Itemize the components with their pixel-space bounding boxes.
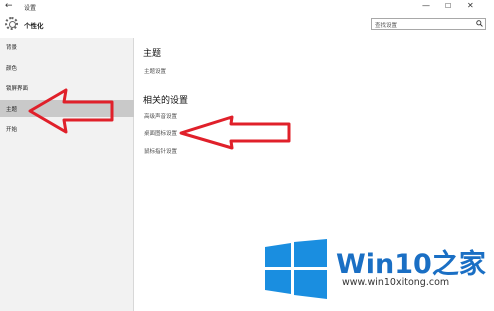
- red-arrow-icon: [28, 88, 114, 134]
- windows-logo-icon: [265, 239, 327, 299]
- watermark-brand: Win10之家: [336, 249, 486, 280]
- red-arrow-icon: [179, 115, 291, 150]
- watermark: Win10之家 www.win10xitong.com: [262, 236, 492, 306]
- watermark-url: www.win10xitong.com: [342, 277, 450, 288]
